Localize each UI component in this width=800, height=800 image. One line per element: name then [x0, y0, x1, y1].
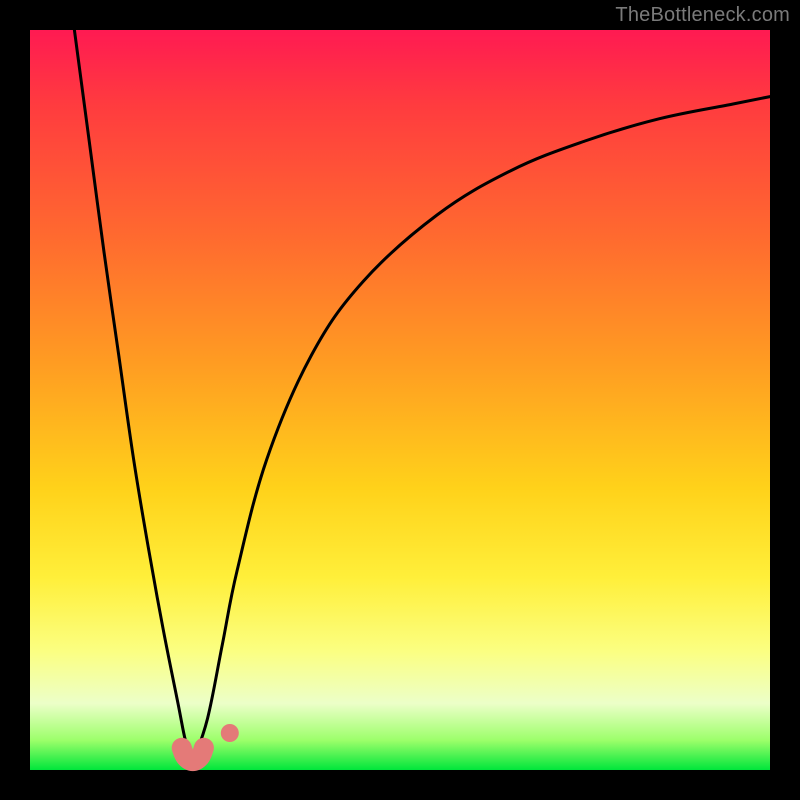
- chart-frame: TheBottleneck.com: [0, 0, 800, 800]
- watermark-text: TheBottleneck.com: [615, 4, 790, 27]
- marker-dot: [221, 724, 239, 742]
- marker-blob: [182, 748, 204, 761]
- curves-svg: [30, 30, 770, 770]
- plot-area: [30, 30, 770, 770]
- curve-left-branch: [74, 30, 192, 763]
- curve-right-branch: [193, 97, 770, 763]
